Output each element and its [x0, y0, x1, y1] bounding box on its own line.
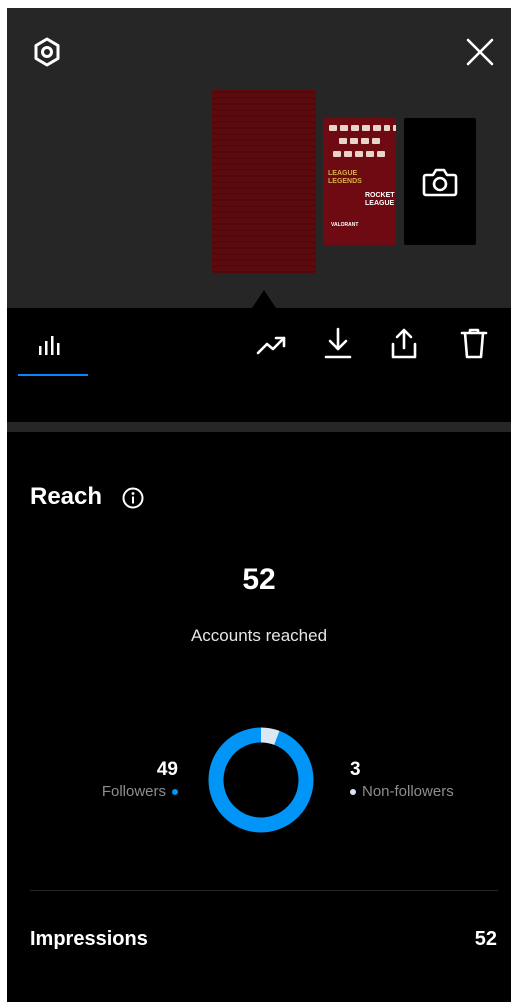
impressions-value: 52: [474, 928, 497, 950]
download-button[interactable]: [320, 324, 356, 362]
delete-button[interactable]: [456, 324, 492, 362]
rocket-league-logo-text: ROCKET: [365, 192, 395, 199]
section-divider: [7, 422, 511, 432]
add-story-camera-button[interactable]: [404, 118, 476, 245]
reach-info-button[interactable]: [121, 486, 145, 515]
promote-button[interactable]: [252, 328, 292, 362]
story-picker-area: LEAGUE LEGENDS ROCKET LEAGUE VALORANT: [7, 8, 511, 308]
close-button[interactable]: [462, 34, 498, 70]
story-thumbnail-selected[interactable]: [212, 90, 316, 273]
insights-toolbar: [7, 308, 511, 378]
valorant-logo-text: VALORANT: [331, 222, 359, 228]
active-tab-indicator: [18, 374, 88, 376]
section-separator: [30, 890, 498, 891]
followers-count: 49: [156, 759, 178, 780]
non-followers-slice: [260, 727, 280, 746]
close-icon: [466, 38, 494, 66]
followers-slice: [208, 727, 314, 833]
share-icon: [391, 328, 417, 359]
reach-donut-chart: [208, 727, 314, 833]
gear-icon: [34, 37, 60, 67]
settings-button[interactable]: [29, 34, 65, 70]
share-button[interactable]: [386, 324, 422, 362]
followers-stat: 49 Followers: [102, 758, 178, 802]
league-logo-text: LEAGUE: [328, 170, 358, 177]
impressions-label: Impressions: [30, 928, 148, 950]
selected-story-pointer: [252, 290, 276, 308]
camera-icon: [422, 168, 458, 196]
story-thumbnail[interactable]: LEAGUE LEGENDS ROCKET LEAGUE VALORANT: [323, 118, 396, 245]
non-followers-legend: Non-followers: [350, 782, 454, 802]
non-followers-count: 3: [350, 759, 361, 780]
story-insights-screen: LEAGUE LEGENDS ROCKET LEAGUE VALORANT Re…: [7, 8, 511, 1002]
info-icon: [122, 487, 144, 509]
trash-icon: [460, 328, 488, 359]
followers-label: Followers: [101, 783, 166, 800]
followers-dot: [172, 789, 178, 795]
league-logo-text: LEGENDS: [328, 178, 362, 185]
accounts-reached-value: 52: [242, 563, 276, 596]
bar-chart-icon: [39, 336, 60, 355]
non-followers-dot: [350, 789, 356, 795]
non-followers-stat: 3 Non-followers: [350, 758, 454, 802]
tab-insights[interactable]: [33, 330, 69, 360]
non-followers-label: Non-followers: [362, 783, 454, 800]
trend-icon: [256, 336, 286, 355]
rocket-league-logo-text: LEAGUE: [365, 200, 395, 207]
reach-heading: Reach: [30, 483, 103, 510]
followers-legend: Followers: [102, 782, 178, 802]
accounts-reached-label: Accounts reached: [190, 626, 328, 645]
download-icon: [324, 327, 352, 359]
